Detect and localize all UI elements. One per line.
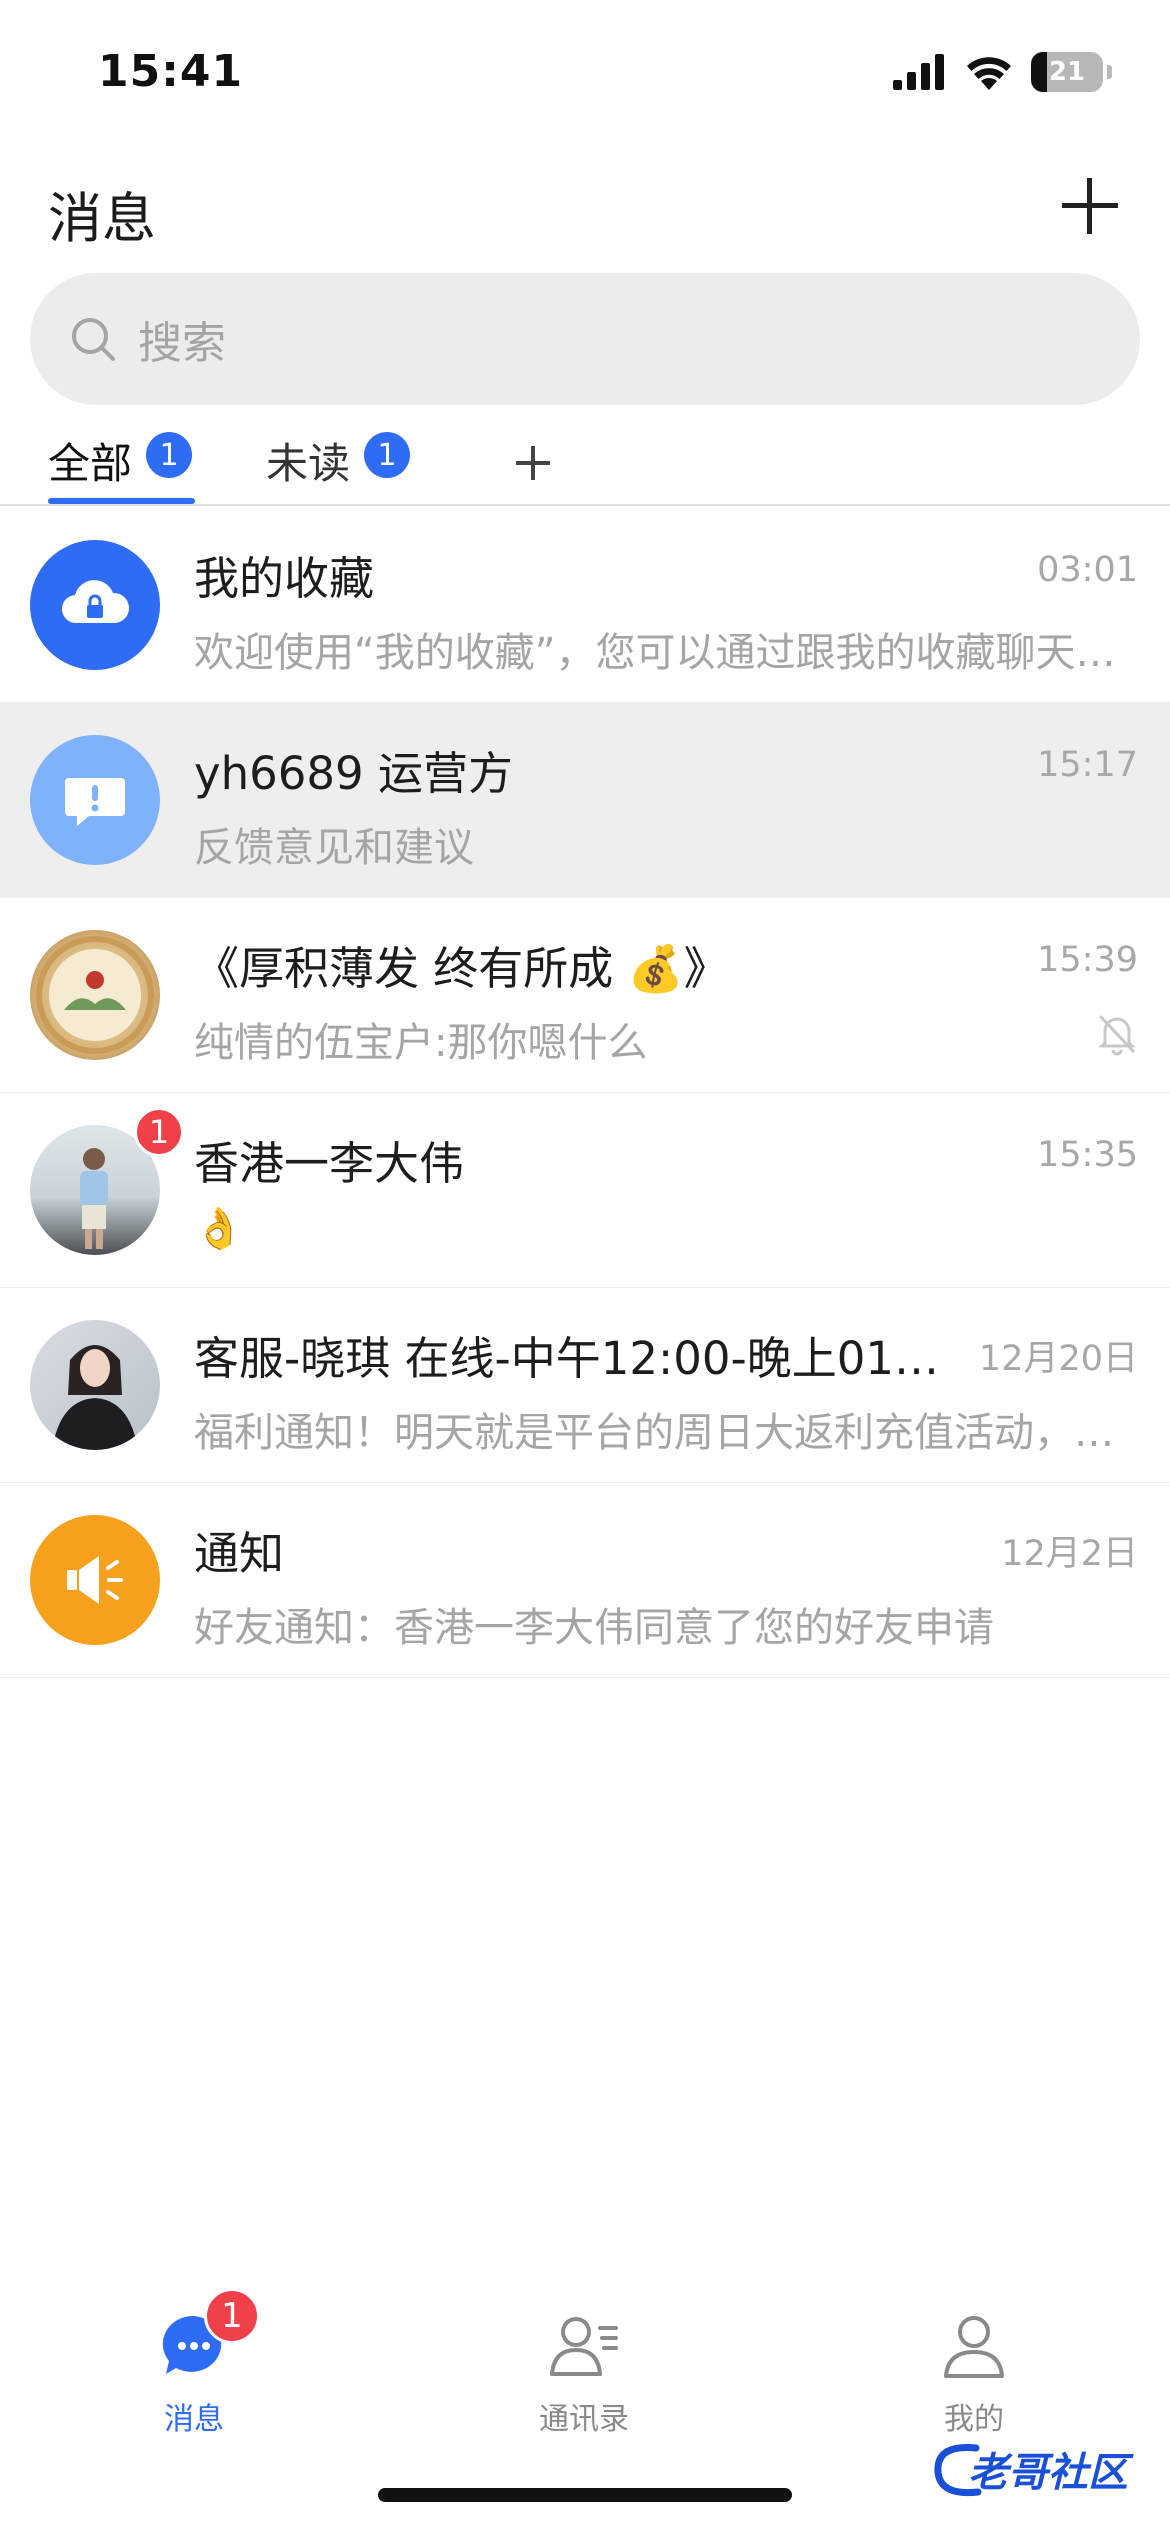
watermark-logo: 老哥社区 (926, 2434, 1156, 2506)
conversation-name: 我的收藏 (194, 552, 375, 605)
nav-contacts[interactable]: 通讯录 (484, 2270, 684, 2440)
conversation-time: 12月2日 (1001, 1534, 1138, 1574)
nav-label: 消息 (164, 2402, 224, 2437)
woman-photo-avatar (30, 1320, 160, 1450)
conversation-preview: 好友通知：香港一李大伟同意了您的好友申请 (194, 1605, 994, 1651)
conversation-preview: 欢迎使用“我的收藏”，您可以通过跟我的收藏聊天，来保存文字、图片、文件等内容。 (194, 630, 1138, 676)
nav-badge: 1 (204, 2288, 260, 2344)
conversation-name: 香港一李大伟 (194, 1137, 465, 1190)
contacts-icon (550, 2317, 618, 2376)
status-icons: 21 (893, 52, 1112, 92)
tab-label: 全部 (48, 439, 133, 488)
conversation-item-support[interactable]: 客服-晓琪 在线-中午12:00-晚上01:00 12月20日 福利通知！明天就… (0, 1288, 1170, 1483)
conversation-preview: 反馈意见和建议 (194, 825, 474, 871)
add-tab-icon[interactable] (508, 438, 558, 488)
conversation-name: 客服-晓琪 在线-中午12:00-晚上01:00 (194, 1332, 954, 1385)
conversation-time: 15:39 (1037, 940, 1138, 980)
battery-level: 21 (1048, 57, 1086, 87)
mute-bell-icon (1098, 1014, 1136, 1056)
tab-unread[interactable]: 未读 1 (266, 430, 411, 506)
search-placeholder: 搜索 (138, 318, 226, 369)
nav-profile[interactable]: 我的 (874, 2270, 1074, 2440)
conversation-time: 12月20日 (978, 1339, 1138, 1379)
nav-label: 通讯录 (539, 2402, 629, 2437)
tab-badge: 1 (146, 432, 193, 478)
conversation-item-notifications[interactable]: 通知 12月2日 好友通知：香港一李大伟同意了您的好友申请 (0, 1483, 1170, 1678)
filter-tabs: 全部 1 未读 1 (0, 420, 1170, 506)
conversation-name: yh6689 运营方 (194, 747, 513, 800)
fortune-coin-avatar (30, 930, 160, 1060)
tab-badge: 1 (364, 432, 411, 478)
search-icon (72, 318, 115, 361)
page-title: 消息 (48, 187, 156, 250)
profile-icon (944, 2316, 1004, 2378)
conversation-item-favorites[interactable]: 我的收藏 03:01 欢迎使用“我的收藏”，您可以通过跟我的收藏聊天，来保存文字… (0, 508, 1170, 703)
conversation-preview: 福利通知！明天就是平台的周日大返利充值活动，欢迎参与！ (194, 1410, 1138, 1456)
status-time: 15:41 (98, 46, 244, 97)
search-input[interactable]: 搜索 (30, 273, 1140, 405)
conversation-list: 我的收藏 03:01 欢迎使用“我的收藏”，您可以通过跟我的收藏聊天，来保存文字… (0, 508, 1170, 1678)
speaker-icon (30, 1515, 160, 1645)
conversation-time: 15:35 (1037, 1135, 1138, 1175)
wifi-icon (967, 57, 1011, 90)
conversation-item-contact[interactable]: 1 香港一李大伟 15:35 👌 (0, 1093, 1170, 1288)
conversation-time: 15:17 (1037, 745, 1138, 785)
add-button[interactable] (1060, 176, 1120, 236)
tab-all[interactable]: 全部 1 (48, 430, 193, 506)
conversation-name: 通知 (194, 1527, 285, 1580)
home-indicator (378, 2488, 792, 2502)
status-bar: 15:41 21 (0, 0, 1170, 150)
bottom-nav: 1 消息 通讯录 我的 (0, 2270, 1170, 2440)
conversation-item-operator[interactable]: yh6689 运营方 15:17 反馈意见和建议 (0, 703, 1170, 898)
cellular-signal-icon (893, 54, 944, 90)
unread-badge: 1 (134, 1107, 184, 1157)
conversation-name: 《厚积薄发 终有所成 💰》 (194, 942, 729, 995)
conversation-preview: 👌 (194, 1206, 244, 1252)
active-tab-indicator (48, 498, 195, 504)
cloud-lock-icon (30, 540, 160, 670)
battery-icon: 21 (1031, 52, 1103, 92)
tab-label: 未读 (266, 439, 351, 488)
feedback-icon (30, 735, 160, 865)
nav-label: 我的 (944, 2402, 1004, 2437)
conversation-item-group[interactable]: 《厚积薄发 终有所成 💰》 15:39 纯情的伍宝户:那你嗯什么 (0, 898, 1170, 1093)
nav-messages[interactable]: 1 消息 (94, 2270, 294, 2440)
conversation-preview: 纯情的伍宝户:那你嗯什么 (194, 1020, 648, 1066)
watermark-text: 老哥社区 (968, 2450, 1128, 2496)
conversation-time: 03:01 (1037, 550, 1138, 590)
